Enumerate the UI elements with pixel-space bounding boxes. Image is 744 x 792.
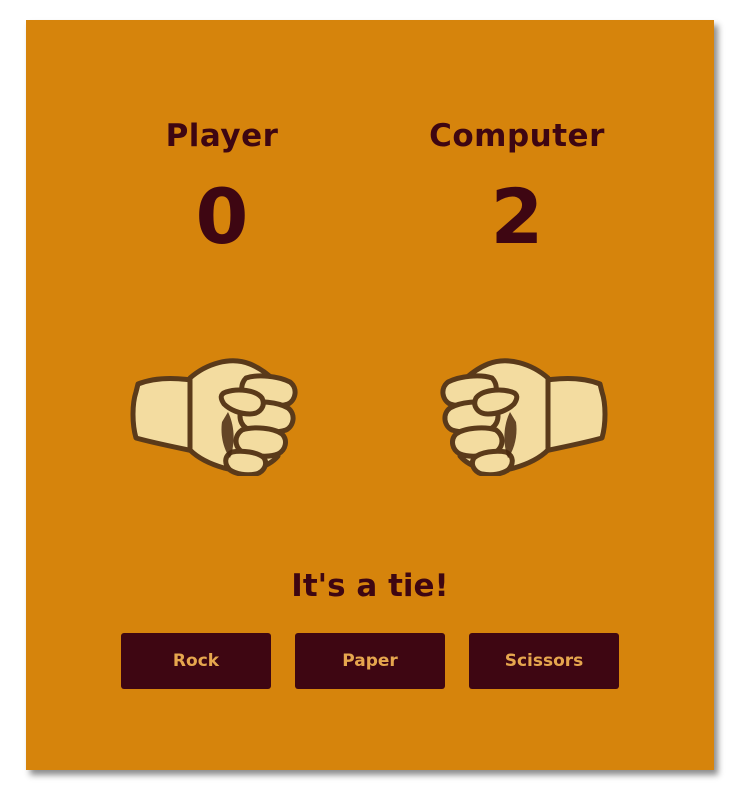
player-score: 0 xyxy=(195,172,249,261)
scissors-button[interactable]: Scissors xyxy=(469,633,619,689)
choice-buttons: Rock Paper Scissors xyxy=(121,633,619,689)
computer-label: Computer xyxy=(429,118,605,154)
computer-score: 2 xyxy=(490,172,544,261)
paper-button[interactable]: Paper xyxy=(295,633,445,689)
game-card: Player 0 Computer 2 It's a tie! Rock Pap… xyxy=(26,20,714,770)
computer-score-panel: Computer 2 xyxy=(407,116,627,262)
computer-fist-icon xyxy=(440,358,608,476)
player-score-panel: Player 0 xyxy=(112,116,332,262)
player-fist-icon xyxy=(130,358,298,476)
result-message: It's a tie! xyxy=(291,568,449,604)
rock-button[interactable]: Rock xyxy=(121,633,271,689)
player-label: Player xyxy=(165,118,279,154)
